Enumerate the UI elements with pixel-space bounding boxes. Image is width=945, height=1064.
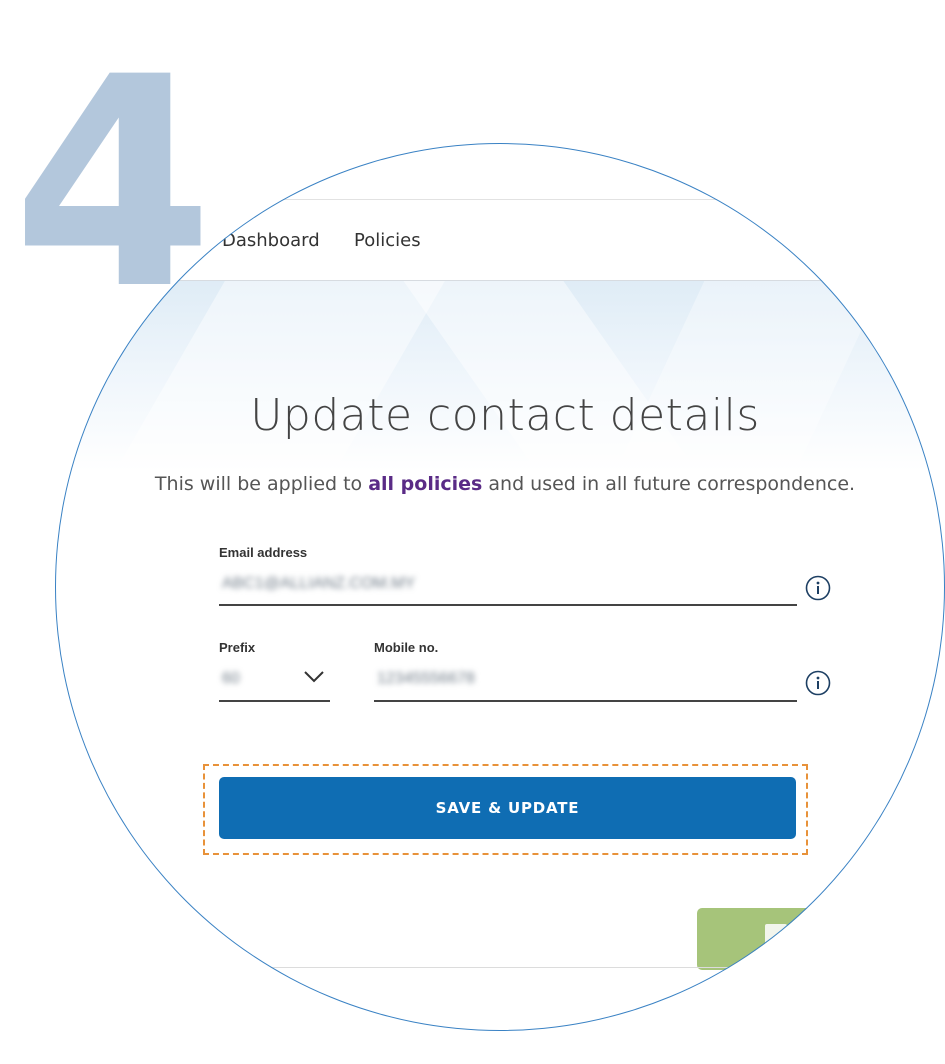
email-label: Email address	[219, 545, 308, 560]
subtitle-emphasis: all policies	[368, 473, 483, 495]
page-title: Update contact details	[250, 390, 760, 441]
page-subtitle: This will be applied to all policies and…	[55, 473, 945, 495]
document-icon	[765, 924, 787, 950]
mobile-label: Mobile no.	[374, 640, 439, 655]
chevron-down-icon[interactable]	[303, 670, 325, 684]
prefix-select[interactable]: 60	[222, 670, 240, 688]
nav-item-policies[interactable]: Policies	[354, 230, 421, 251]
prefix-underline	[219, 700, 330, 702]
subtitle-text-end: and used in all future correspondence.	[482, 473, 856, 495]
subtitle-text-start: This will be applied to	[154, 473, 369, 495]
mobile-underline	[374, 700, 797, 702]
magnified-view: Dashboard Policies Update contact detail…	[55, 143, 945, 1031]
info-icon[interactable]	[805, 670, 831, 696]
prefix-label: Prefix	[219, 640, 256, 655]
info-icon[interactable]	[805, 575, 831, 601]
top-nav: Dashboard Policies	[55, 200, 945, 281]
nav-item-dashboard[interactable]: Dashboard	[222, 230, 320, 251]
mobile-field[interactable]: 12345556678	[377, 670, 475, 688]
secondary-button[interactable]	[697, 908, 857, 970]
email-field[interactable]: ABC1@ALLIANZ.COM.MY	[222, 575, 415, 593]
hero-banner	[55, 281, 945, 471]
save-update-button[interactable]: SAVE & UPDATE	[219, 777, 796, 839]
email-underline	[219, 604, 797, 606]
footer-divider	[55, 967, 945, 968]
